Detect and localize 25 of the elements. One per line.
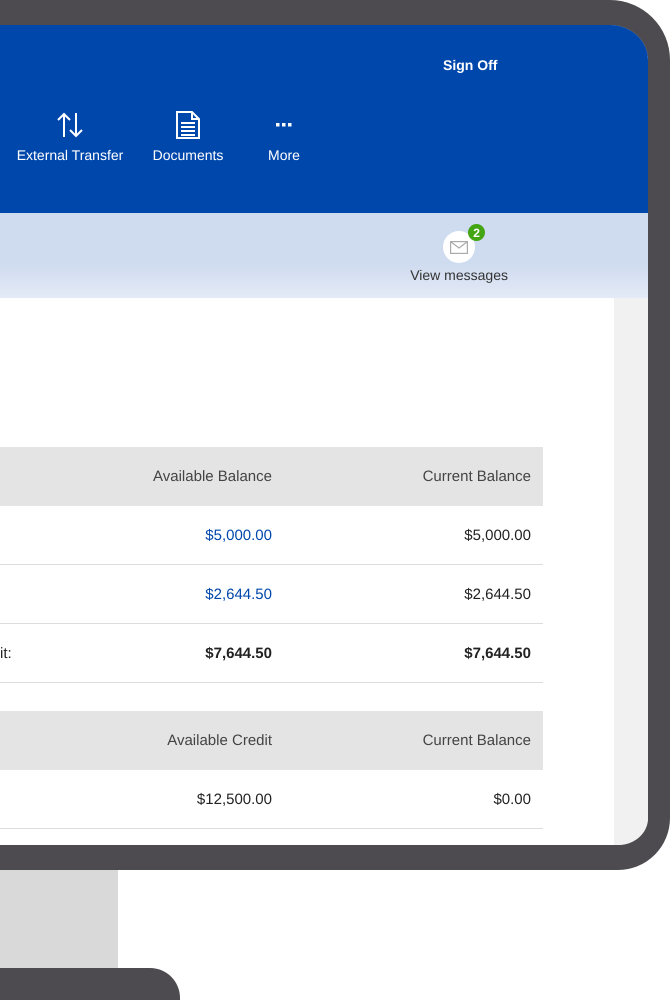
nav-item[interactable]: More [246, 111, 322, 163]
amount-cell-text: $5,000.00 [463, 526, 532, 544]
nav-item[interactable]: Documents [130, 111, 246, 163]
view-messages-link[interactable]: 2 View messages [410, 213, 508, 298]
column-header: Current Balance [422, 732, 532, 749]
amount-cell-text: $12,500.00 [196, 790, 272, 808]
balance-link[interactable]: $5,000.00 [150, 526, 272, 544]
amount-cell-text: $0.00 [492, 790, 532, 808]
column-header: Available Credit [166, 732, 272, 749]
amount-cell-text: $7,644.50 [204, 644, 272, 662]
more-icon [276, 123, 292, 127]
balance-link[interactable]: $2,644.50 [150, 586, 272, 602]
envelope-button[interactable] [443, 231, 476, 263]
count-badge: 2 [468, 224, 486, 241]
envelope-icon [450, 240, 468, 254]
view-messages-label: View messages [410, 267, 508, 283]
total-label: it: [0, 644, 13, 662]
document-icon [176, 111, 200, 139]
up-down-arrows-icon [56, 112, 84, 138]
column-header: Available Balance [152, 468, 272, 485]
nav-item[interactable]: External Transfer [10, 111, 130, 163]
amount-cell-text: $2,644.50 [463, 586, 532, 602]
column-header: Current Balance [422, 468, 532, 485]
amount-cell-text: $7,644.50 [463, 644, 532, 662]
sign-off-link[interactable]: Sign Off [443, 57, 498, 73]
